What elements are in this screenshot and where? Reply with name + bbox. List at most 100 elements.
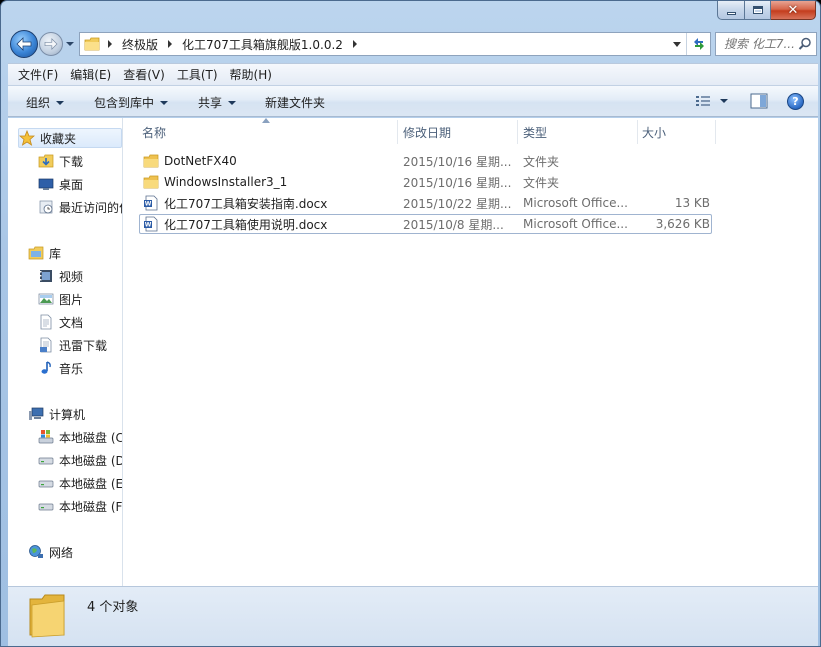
file-row[interactable]: W 化工707工具箱安装指南.docx 2015/10/22 星期... Mic… — [139, 193, 712, 213]
back-arrow-icon — [16, 37, 32, 51]
nav-libraries-label: 库 — [49, 245, 61, 262]
column-divider[interactable] — [517, 120, 518, 144]
nav-videos[interactable]: 视频 — [38, 266, 83, 286]
nav-videos-label: 视频 — [59, 268, 83, 285]
nav-libraries[interactable]: 库 — [28, 243, 61, 263]
svg-text:W: W — [145, 201, 152, 208]
new-folder-button[interactable]: 新建文件夹 — [265, 94, 325, 111]
forward-arrow-icon — [44, 38, 58, 50]
column-header-size[interactable]: 大小 — [642, 120, 715, 144]
menu-edit[interactable]: 编辑(E) — [66, 66, 119, 83]
change-view-button[interactable] — [695, 94, 728, 108]
large-folder-icon — [26, 593, 68, 639]
column-header-name[interactable]: 名称 — [142, 120, 397, 144]
share-button[interactable]: 共享 — [198, 94, 236, 111]
nav-desktop-label: 桌面 — [59, 176, 83, 193]
breadcrumb-chevron-icon[interactable] — [162, 40, 178, 48]
column-header-modified[interactable]: 修改日期 — [403, 120, 517, 144]
file-name[interactable]: 化工707工具箱安装指南.docx — [164, 195, 327, 212]
help-icon[interactable]: ? — [787, 93, 804, 110]
breadcrumb-chevron-icon[interactable] — [347, 40, 363, 48]
content-area: 收藏夹 下载 桌面 最近访问的位置 — [8, 118, 818, 586]
breadcrumb-chevron-icon[interactable] — [102, 40, 118, 48]
include-in-library-button[interactable]: 包含到库中 — [94, 94, 168, 111]
command-bar: 组织 包含到库中 共享 新建文件夹 ? — [8, 85, 818, 117]
libraries-icon — [28, 245, 44, 261]
hard-disk-icon — [38, 498, 54, 514]
menu-tools[interactable]: 工具(T) — [173, 66, 226, 83]
nav-documents[interactable]: 文档 — [38, 312, 83, 332]
nav-favorites[interactable]: 收藏夹 — [18, 128, 122, 148]
nav-pictures[interactable]: 图片 — [38, 289, 83, 309]
nav-desktop[interactable]: 桌面 — [38, 174, 83, 194]
svg-text:W: W — [145, 222, 152, 229]
preview-pane-icon[interactable] — [750, 93, 768, 109]
file-size: 3,626 KB — [643, 214, 710, 234]
nav-thunder-downloads-label: 迅雷下载 — [59, 337, 107, 354]
menu-help[interactable]: 帮助(H) — [226, 66, 280, 83]
organize-button[interactable]: 组织 — [26, 94, 64, 111]
file-type: 文件夹 — [523, 172, 637, 192]
recent-pages-dropdown[interactable] — [65, 39, 75, 49]
file-size — [643, 151, 710, 171]
file-row[interactable]: WindowsInstaller3_1 2015/10/16 星期... 文件夹 — [139, 172, 712, 192]
forward-button[interactable] — [39, 32, 63, 56]
nav-downloads[interactable]: 下载 — [38, 151, 83, 171]
close-button[interactable]: ✕ — [771, 1, 816, 20]
breadcrumb-item[interactable]: 终极版 — [118, 36, 162, 53]
breadcrumb-item[interactable]: 化工707工具箱旗舰版1.0.0.2 — [178, 36, 347, 53]
minimize-button[interactable] — [717, 1, 745, 20]
documents-icon — [38, 314, 54, 330]
back-button[interactable] — [10, 30, 38, 58]
nav-disk-c-label: 本地磁盘 (C:) — [59, 429, 123, 446]
nav-pictures-label: 图片 — [59, 291, 83, 308]
nav-network-label: 网络 — [49, 544, 73, 561]
nav-disk-e-label: 本地磁盘 (E:) — [59, 475, 123, 492]
column-divider[interactable] — [637, 120, 638, 144]
file-row[interactable]: DotNetFX40 2015/10/16 星期... 文件夹 — [139, 151, 712, 171]
chevron-down-icon — [56, 101, 64, 105]
column-header-type[interactable]: 类型 — [523, 120, 637, 144]
nav-thunder-downloads[interactable]: 迅雷下载 — [38, 335, 107, 355]
nav-disk-f[interactable]: 本地磁盘 (F:) — [38, 496, 123, 516]
nav-music[interactable]: 音乐 — [38, 358, 83, 378]
video-icon — [38, 268, 54, 284]
menu-view[interactable]: 查看(V) — [119, 66, 173, 83]
nav-recent-places[interactable]: 最近访问的位置 — [38, 197, 123, 217]
file-name[interactable]: DotNetFX40 — [164, 154, 237, 168]
nav-network[interactable]: 网络 — [28, 542, 73, 562]
address-dropdown-icon[interactable] — [670, 33, 684, 55]
address-bar[interactable]: 终极版 化工707工具箱旗舰版1.0.0.2 — [79, 32, 711, 56]
folder-icon — [143, 174, 159, 190]
recent-places-icon — [38, 199, 54, 215]
file-name[interactable]: WindowsInstaller3_1 — [164, 175, 287, 189]
close-icon: ✕ — [788, 4, 799, 17]
word-doc-icon: W — [143, 216, 159, 232]
explorer-window: ✕ 终极版 化工707工具箱旗舰版1.0 — [0, 0, 821, 647]
system-disk-icon — [38, 429, 54, 445]
music-icon — [38, 360, 54, 376]
maximize-button[interactable] — [745, 1, 771, 20]
nav-computer[interactable]: 计算机 — [28, 404, 85, 424]
nav-disk-e[interactable]: 本地磁盘 (E:) — [38, 473, 123, 493]
navigation-pane: 收藏夹 下载 桌面 最近访问的位置 — [8, 118, 123, 586]
nav-computer-label: 计算机 — [49, 406, 85, 423]
hard-disk-icon — [38, 452, 54, 468]
file-name[interactable]: 化工707工具箱使用说明.docx — [164, 216, 327, 233]
file-row-selected[interactable]: W 化工707工具箱使用说明.docx 2015/10/8 星期... Micr… — [139, 214, 712, 234]
view-details-icon — [695, 94, 711, 108]
nav-disk-d[interactable]: 本地磁盘 (D:) — [38, 450, 123, 470]
nav-disk-c[interactable]: 本地磁盘 (C:) — [38, 427, 123, 447]
nav-disk-f-label: 本地磁盘 (F:) — [59, 498, 123, 515]
include-in-library-label: 包含到库中 — [94, 94, 154, 111]
file-list: 名称 修改日期 类型 大小 DotNetFX40 2015/10/16 星期..… — [124, 118, 818, 586]
refresh-button[interactable] — [686, 33, 710, 55]
search-icon[interactable] — [798, 37, 812, 51]
item-count: 4 个对象 — [87, 596, 138, 615]
column-divider[interactable] — [397, 120, 398, 144]
menu-file[interactable]: 文件(F) — [14, 66, 66, 83]
column-divider[interactable] — [715, 120, 716, 144]
search-input[interactable] — [716, 37, 796, 51]
search-box[interactable] — [715, 32, 817, 56]
details-pane: 4 个对象 — [8, 586, 818, 646]
